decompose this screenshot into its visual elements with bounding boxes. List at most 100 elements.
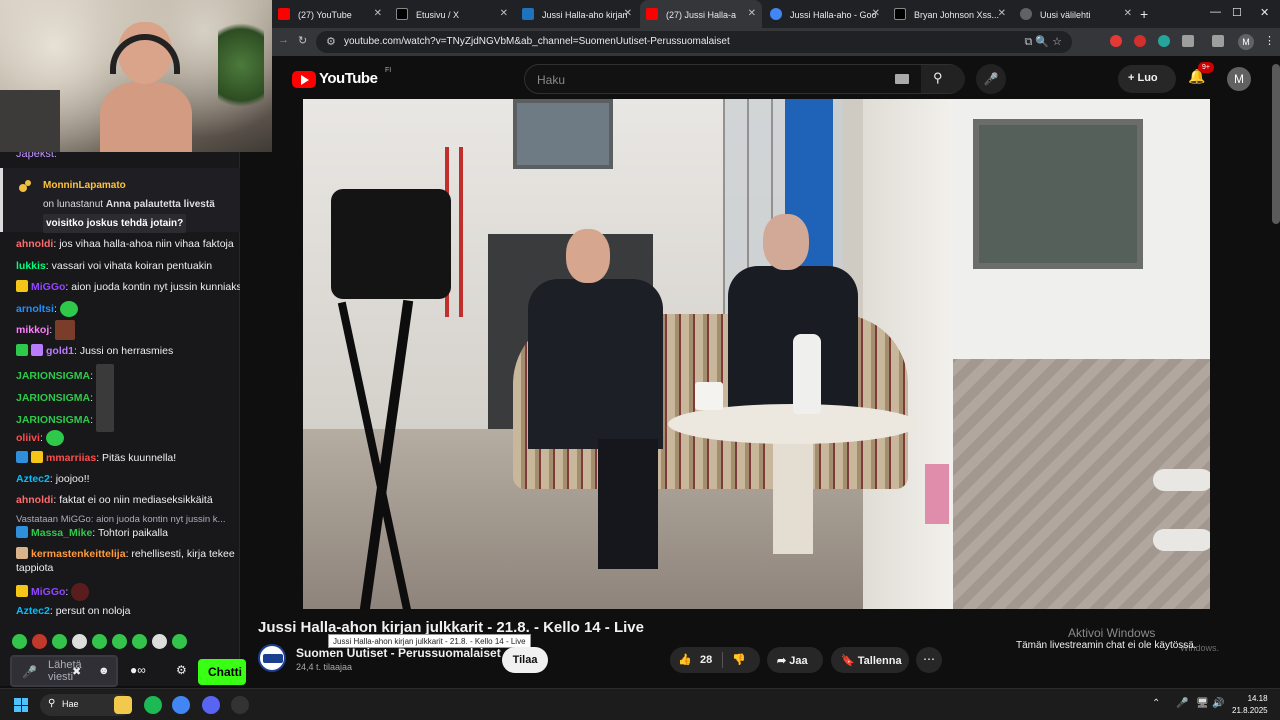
chat-message[interactable]: ahnoldi: faktat ei oo niin mediaseksikkä…	[16, 493, 240, 508]
close-tab-icon[interactable]: ✕	[748, 8, 756, 19]
chat-message[interactable]: arnoltsi:	[16, 301, 240, 317]
search-box[interactable]: Haku ⚲	[524, 64, 965, 94]
redeem-reward: Anna palautetta livestä	[105, 199, 215, 210]
emote-icon[interactable]	[112, 634, 127, 649]
chat-message[interactable]: ahnoldi: jos vihaa halla-ahoa niin vihaa…	[16, 237, 240, 252]
chat-message[interactable]: gold1: Jussi on herrasmies	[16, 344, 240, 359]
close-tab-icon[interactable]: ✕	[500, 8, 508, 19]
chat-message[interactable]: MiGGo:	[16, 583, 240, 601]
browser-tab-active[interactable]: (27) Jussi Halla-a ✕	[640, 0, 762, 28]
search-button[interactable]: ⚲	[921, 65, 965, 93]
emote-icon[interactable]	[132, 634, 147, 649]
extensions-puzzle-icon[interactable]	[1182, 35, 1194, 47]
voice-search-mic-icon[interactable]: 🎤	[976, 64, 1006, 94]
subscribe-button[interactable]: Tilaa	[502, 647, 548, 673]
channel-name[interactable]: Suomen Uutiset - Perussuomalaiset	[296, 646, 501, 660]
close-tab-icon[interactable]: ✕	[998, 8, 1006, 19]
browser-tab[interactable]: Bryan Johnson Xss... ✕	[888, 0, 1012, 28]
chat-messages[interactable]: Japekst: MonninLapamato on lunastanut An…	[0, 152, 240, 630]
chat-message[interactable]: oliivi:	[16, 430, 240, 446]
channel-avatar[interactable]	[258, 644, 286, 672]
windows-start-icon[interactable]	[14, 698, 28, 712]
chat-message[interactable]: lukkis: vassari voi vihata koiran pentua…	[16, 259, 240, 274]
tools-icon[interactable]: ✖	[72, 665, 81, 678]
network-icon[interactable]: 🖥	[1196, 698, 1209, 709]
chat-message[interactable]: JARIONSIGMA:	[16, 364, 240, 388]
save-button[interactable]: 🔖 Tallenna	[831, 647, 909, 673]
close-tab-icon[interactable]: ✕	[624, 8, 632, 19]
emote-picker-icon[interactable]: ☻	[98, 665, 110, 677]
chrome-icon[interactable]	[172, 696, 190, 714]
close-tab-icon[interactable]: ✕	[374, 8, 382, 19]
chat-message[interactable]: mikkoj:	[16, 320, 240, 340]
browser-tab[interactable]: Uusi välilehti ✕	[1014, 0, 1138, 28]
menu-kebab-icon[interactable]: ⋮	[1264, 34, 1275, 47]
like-thumb-icon[interactable]: 👍	[678, 653, 692, 666]
emote-icon[interactable]	[32, 634, 47, 649]
emote-icon[interactable]	[172, 634, 187, 649]
chat-message[interactable]: Massa_Mike: Tohtori paikalla	[16, 526, 240, 541]
emote-icon[interactable]	[12, 634, 27, 649]
share-icon: ➦	[777, 655, 787, 667]
page-scrollbar[interactable]	[1272, 64, 1280, 224]
browser-tab[interactable]: (27) YouTube ✕	[272, 0, 388, 28]
account-avatar[interactable]: M	[1227, 67, 1251, 91]
like-count[interactable]: 28	[700, 654, 712, 666]
chat-settings-gear-icon[interactable]: ⚙	[176, 663, 187, 677]
chat-send-button[interactable]: Chatti	[198, 659, 246, 685]
close-tab-icon[interactable]: ✕	[872, 8, 880, 19]
extension-icon[interactable]	[1110, 35, 1122, 47]
emote-icon[interactable]	[52, 634, 67, 649]
bookmark-star-icon[interactable]: ⧉ 🔍 ☆	[1024, 35, 1062, 49]
spotify-icon[interactable]	[144, 696, 162, 714]
new-tab-plus-icon[interactable]: +	[1140, 6, 1148, 22]
file-explorer-icon[interactable]	[114, 696, 132, 714]
chat-message[interactable]: Aztec2: joojoo!!	[16, 472, 240, 487]
chat-message[interactable]: Aztec2: persut on noloja	[16, 604, 240, 619]
emote-bar[interactable]	[12, 634, 240, 656]
emote-icon[interactable]	[72, 634, 87, 649]
obs-icon[interactable]	[231, 696, 249, 714]
browser-tab[interactable]: Jussi Halla-aho - Goo ✕	[764, 0, 886, 28]
chat-input[interactable]: 🎤 Lähetä viesti ✖ ☻	[10, 655, 118, 687]
share-button[interactable]: ➦ Jaa	[767, 647, 823, 673]
extension-icon[interactable]	[1158, 35, 1170, 47]
browser-tab[interactable]: Jussi Halla-aho kirjan ✕	[516, 0, 638, 28]
close-tab-icon[interactable]: ✕	[1124, 8, 1132, 19]
browser-tab[interactable]: Etusivu / X ✕	[390, 0, 514, 28]
redeem-user[interactable]: MonninLapamato	[43, 180, 126, 191]
maximize-icon[interactable]: ☐	[1232, 6, 1242, 19]
create-button[interactable]: + Luo	[1118, 65, 1176, 93]
mic-icon[interactable]: 🎤	[22, 665, 37, 679]
notifications-bell-icon[interactable]: 🔔 9+	[1188, 62, 1214, 85]
forward-icon[interactable]: →	[278, 34, 289, 46]
channel-points-button[interactable]: ●∞	[130, 663, 146, 677]
emote-icon[interactable]	[92, 634, 107, 649]
youtube-logo[interactable]: YouTube FI	[292, 67, 391, 91]
extension-icon[interactable]	[1134, 35, 1146, 47]
site-info-icon[interactable]: ⚙	[326, 35, 336, 48]
close-window-icon[interactable]: ✕	[1260, 6, 1269, 19]
chat-message[interactable]: JARIONSIGMA:	[16, 386, 240, 410]
mic-tray-icon[interactable]: 🎤	[1176, 698, 1188, 709]
youtube-icon	[278, 8, 290, 20]
taskbar-clock[interactable]: 14.18 21.8.2025	[1232, 693, 1268, 717]
reload-icon[interactable]: ↻	[298, 34, 307, 47]
chat-message[interactable]: kermastenkeittelija: rehellisesti, kirja…	[16, 547, 240, 562]
search-input[interactable]: Haku	[537, 73, 565, 87]
chat-message[interactable]: JARIONSIGMA:	[16, 408, 240, 432]
more-actions-icon[interactable]: ⋯	[916, 647, 942, 673]
keyboard-icon[interactable]	[895, 74, 909, 84]
address-bar[interactable]: ⚙ youtube.com/watch?v=TNyZjdNGVbM&ab_cha…	[316, 31, 1072, 53]
volume-icon[interactable]: 🔊	[1212, 698, 1224, 709]
tray-chevron-icon[interactable]: ⌃	[1152, 698, 1160, 709]
profile-avatar[interactable]: M	[1238, 34, 1254, 50]
media-controls-icon[interactable]	[1212, 35, 1224, 47]
discord-icon[interactable]	[202, 696, 220, 714]
chat-message[interactable]: mmarriias: Pitäs kuunnella!	[16, 451, 240, 466]
dislike-thumb-icon[interactable]: 👎	[732, 653, 746, 666]
chat-message[interactable]: MiGGo: aion juoda kontin nyt jussin kunn…	[16, 280, 240, 295]
minimize-icon[interactable]: —	[1210, 6, 1221, 18]
emote-icon[interactable]	[152, 634, 167, 649]
video-player[interactable]	[303, 99, 1210, 609]
